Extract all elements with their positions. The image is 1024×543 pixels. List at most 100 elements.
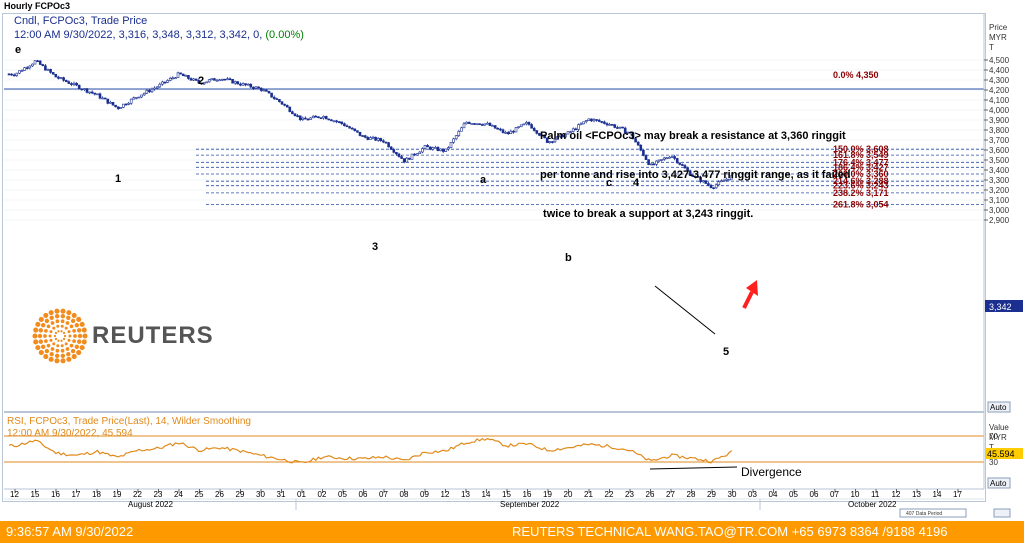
candle-body (23, 67, 26, 71)
candle-body (499, 128, 502, 131)
candle-body (371, 136, 375, 139)
candle-body (345, 125, 349, 128)
month-label-august: August 2022 (128, 500, 173, 509)
logo-dot (52, 326, 56, 330)
date-tick-label: 27 (666, 490, 675, 499)
price-tick-label: 4,200 (989, 86, 1010, 95)
logo-dot (62, 331, 66, 335)
chart-header-change: (0.00%) (265, 29, 304, 41)
candle-body (465, 121, 468, 125)
price-axis-title-2: MYR (989, 33, 1007, 42)
price-auto-label[interactable]: Auto (990, 403, 1007, 412)
candle-body (31, 63, 34, 67)
price-tick-label: 3,200 (989, 186, 1010, 195)
logo-dot (44, 329, 48, 333)
logo-dot (65, 347, 70, 351)
candle-body (93, 92, 97, 95)
date-tick-label: 19 (543, 490, 552, 499)
logo-dot (54, 358, 60, 364)
candle-body (98, 93, 102, 99)
candle-body (244, 83, 247, 86)
candle-body (207, 79, 211, 83)
logo-dot (71, 354, 77, 360)
logo-dot (67, 338, 71, 342)
logo-dot (55, 319, 60, 324)
candle-body (457, 130, 461, 136)
logo-dot (62, 337, 66, 341)
logo-dot (43, 312, 49, 318)
price-tick-label: 4,000 (989, 106, 1010, 115)
candle-body (114, 104, 117, 108)
date-tick-label: 16 (51, 490, 60, 499)
date-tick-label: 13 (912, 490, 921, 499)
date-tick-label: 21 (584, 490, 593, 499)
candle-body (363, 135, 367, 138)
logo-dot (54, 337, 58, 341)
date-tick-label: 10 (851, 490, 860, 499)
scroll-right-button[interactable] (993, 508, 1011, 518)
logo-dot (69, 343, 74, 348)
candle-body (298, 115, 302, 121)
candle-body (356, 130, 359, 133)
candle-body (155, 86, 159, 89)
date-tick-label: 31 (277, 490, 286, 499)
candle-body (358, 131, 362, 136)
candle-body (283, 103, 286, 106)
logo-dot (65, 321, 70, 325)
logo-dot (49, 338, 53, 342)
candle-body (434, 147, 437, 149)
date-tick-label: 28 (687, 490, 696, 499)
candle-body (397, 153, 401, 157)
logo-dot (64, 342, 68, 346)
candle-body (306, 118, 310, 121)
candle-body (402, 158, 406, 163)
candle-body (174, 77, 177, 80)
candle-body (12, 74, 16, 77)
divergence-label: Divergence (741, 465, 802, 479)
candle-body (109, 102, 112, 104)
logo-dot (55, 348, 60, 353)
candle-body (176, 72, 180, 79)
reuters-logo-text: REUTERS (92, 322, 214, 349)
logo-dot (54, 314, 60, 319)
price-axis-ticks: 4,5004,4004,3004,2004,1004,0003,9003,800… (984, 56, 1010, 225)
candle-body (213, 78, 216, 81)
candle-body (41, 64, 45, 67)
candle-body (67, 81, 71, 84)
rsi-auto-label[interactable]: Auto (990, 479, 1007, 488)
rsi-tick-70: 70 (989, 432, 998, 441)
candle-body (249, 83, 253, 88)
candle-body (262, 89, 266, 92)
candle-body (374, 136, 377, 141)
logo-dot (48, 310, 54, 316)
date-tick-label: 20 (564, 490, 573, 499)
date-tick-label: 09 (420, 490, 429, 499)
logo-dot (76, 316, 82, 322)
candle-body (387, 142, 390, 148)
candle-body (330, 119, 333, 122)
price-axis-title-3: T (989, 43, 994, 52)
candle-body (480, 124, 484, 126)
logo-dot (66, 310, 72, 316)
date-tick-label: 13 (461, 490, 470, 499)
candle-body (395, 152, 398, 155)
logo-dot (49, 330, 53, 334)
date-tick-label: 07 (830, 490, 839, 499)
date-tick-label: 04 (769, 490, 778, 499)
logo-dot (33, 339, 39, 345)
month-label-october: October 2022 (848, 500, 897, 509)
candle-body (491, 125, 494, 127)
logo-dot (60, 324, 64, 328)
commentary-line3: twice to break a support at 3,243 ringgi… (540, 208, 754, 220)
fib-level-label: 0.0% 4,350 (833, 70, 879, 80)
logo-dot (35, 321, 41, 327)
candle-body (150, 88, 154, 93)
chart-header-line2: 12:00 AM 9/30/2022, 3,316, 3,348, 3,312,… (14, 28, 304, 42)
logo-dot (60, 314, 66, 319)
date-tick-label: 24 (174, 490, 183, 499)
candle-body (140, 94, 143, 98)
candle-body (506, 132, 510, 135)
date-tick-label: 23 (154, 490, 163, 499)
wave-label: 2 (198, 75, 204, 87)
chart-canvas[interactable]: 0.0% 4,350150.0% 3,608161.8% 3,549176.4%… (0, 0, 1024, 543)
